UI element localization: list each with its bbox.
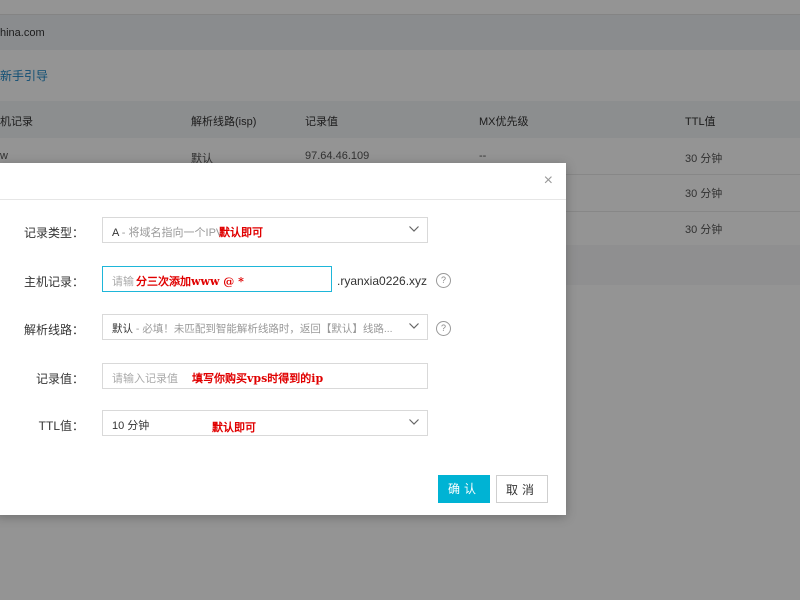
chevron-down-icon xyxy=(409,226,419,232)
help-icon[interactable]: ? xyxy=(436,273,451,288)
line-label: 解析线路： xyxy=(23,323,84,337)
chevron-down-icon xyxy=(409,419,419,425)
confirm-button[interactable]: 确认 xyxy=(438,475,490,503)
record-value-placeholder: 请输入记录值 xyxy=(112,373,178,385)
chevron-down-icon xyxy=(409,323,419,329)
line-value: 默认 - 必填！未匹配到智能解析线路时，返回【默认】线路... xyxy=(112,323,393,335)
line-select[interactable]: 默认 - 必填！未匹配到智能解析线路时，返回【默认】线路... xyxy=(102,314,428,340)
record-type-note: 默认即可 xyxy=(219,226,263,239)
domain-suffix: .ryanxia0226.xyz xyxy=(337,274,428,288)
cancel-button[interactable]: 取消 xyxy=(496,475,548,503)
ttl-value: 10 分钟 xyxy=(112,420,150,432)
record-type-value: A - 将域名指向一个IPV xyxy=(112,227,224,239)
help-icon[interactable]: ? xyxy=(436,321,451,336)
add-record-dialog: × 记录类型： A - 将域名指向一个IPV 默认即可 主机记录： 请输 分三次… xyxy=(0,163,566,515)
record-value-label: 记录值： xyxy=(35,372,84,386)
record-type-select[interactable]: A - 将域名指向一个IPV xyxy=(102,217,428,243)
host-label: 主机记录： xyxy=(23,275,84,289)
ttl-label: TTL值： xyxy=(38,419,84,433)
dialog-header xyxy=(0,163,566,200)
close-icon[interactable]: × xyxy=(544,172,553,190)
host-placeholder: 请输 xyxy=(112,276,134,288)
record-type-label: 记录类型： xyxy=(23,226,84,240)
ttl-note: 默认即可 xyxy=(212,421,256,434)
host-note: 分三次添加www @ * xyxy=(136,275,244,288)
record-value-note: 填写你购买vps时得到的ip xyxy=(192,372,324,385)
ttl-select[interactable]: 10 分钟 xyxy=(102,410,428,436)
